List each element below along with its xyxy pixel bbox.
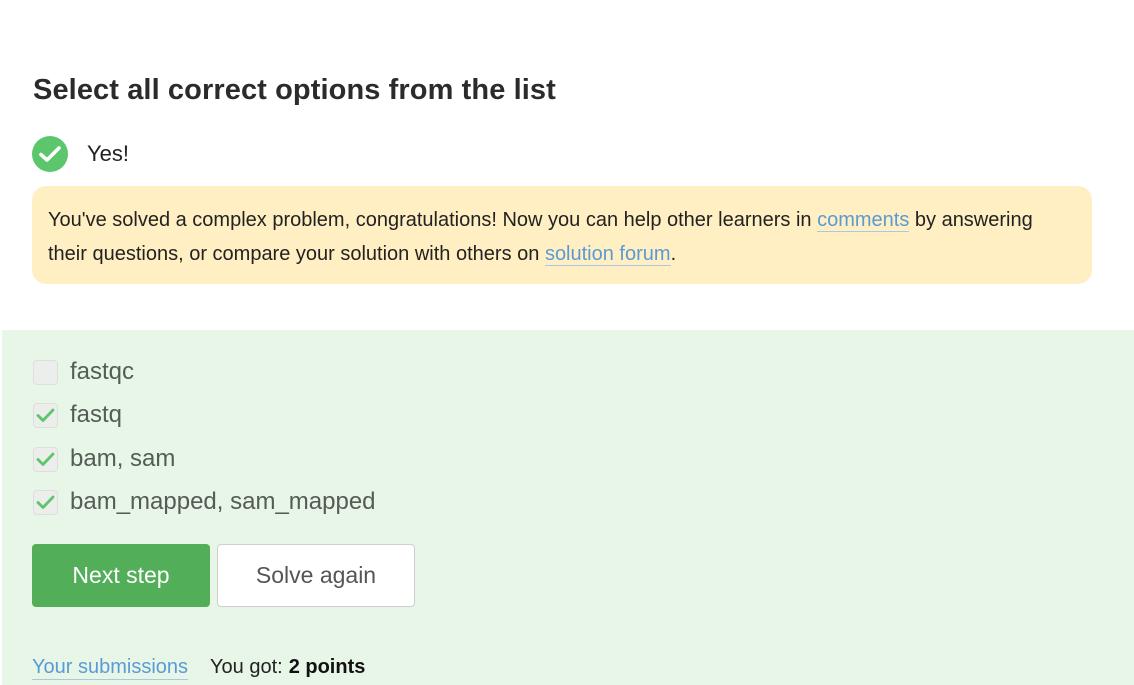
submission-footer: Your submissions You got: 2 points [32, 656, 365, 680]
checkmark-icon [36, 408, 55, 422]
score-value: 2 points [288, 656, 366, 678]
option-item[interactable]: fastq [33, 401, 122, 429]
option-checkbox[interactable] [33, 446, 58, 472]
option-label: fastq [70, 401, 123, 428]
checkmark-icon [36, 452, 55, 466]
success-check-icon [32, 136, 68, 172]
feedback-text-1: You've solved a complex problem, congrat… [48, 209, 818, 231]
solve-again-button[interactable]: Solve again [217, 544, 415, 607]
feedback-text-3: . [670, 243, 677, 265]
feedback-box: You've solved a complex problem, congrat… [32, 186, 1092, 284]
option-item[interactable]: bam, sam [33, 445, 175, 473]
status-text: Yes! [87, 141, 130, 166]
option-label: bam_mapped, sam_mapped [70, 488, 376, 515]
solution-forum-link[interactable]: solution forum [544, 243, 671, 266]
comments-link[interactable]: comments [817, 209, 910, 232]
step-page: Select all correct options from the list… [0, 0, 1134, 685]
answer-area: fastqc fastq bam, sam bam_mapped, sam_ma… [2, 330, 1134, 685]
status-row: Yes! [32, 136, 129, 172]
next-step-button[interactable]: Next step [32, 544, 210, 607]
option-checkbox[interactable] [33, 489, 58, 515]
your-submissions-link[interactable]: Your submissions [32, 656, 189, 680]
option-checkbox[interactable] [33, 359, 58, 385]
step-title: Select all correct options from the list [33, 74, 556, 106]
option-item[interactable]: bam_mapped, sam_mapped [33, 488, 376, 516]
checkmark-icon [36, 495, 55, 509]
option-item[interactable]: fastqc [33, 358, 134, 386]
option-label: fastqc [70, 358, 135, 385]
option-label: bam, sam [70, 445, 176, 472]
option-checkbox[interactable] [33, 402, 58, 428]
score-label: You got: [210, 656, 283, 678]
